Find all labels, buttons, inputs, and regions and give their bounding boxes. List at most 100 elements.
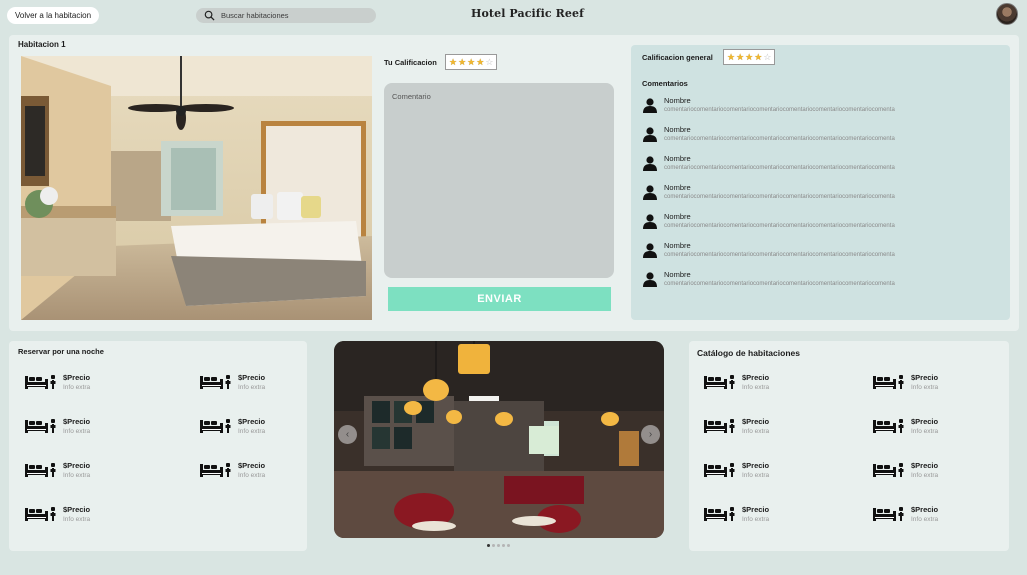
bed-icon (704, 463, 735, 477)
offer-extra-info: Info extra (742, 516, 770, 523)
reserve-panel: Reservar por una noche $Precio Info extra… (9, 341, 307, 551)
hotel-brand-title: Hotel Pacific Reef (471, 7, 584, 20)
bed-icon (25, 507, 56, 521)
offer-price: $Precio (742, 505, 770, 514)
offer-extra-info: Info extra (911, 472, 939, 479)
reviewer-name: Nombre (664, 125, 691, 134)
offer-price: $Precio (238, 373, 266, 382)
star-icon[interactable]: ★ (476, 57, 484, 67)
reviewer-name: Nombre (664, 212, 691, 221)
comments-title: Comentarios (642, 79, 688, 88)
bed-icon (704, 375, 735, 389)
offer-extra-info: Info extra (742, 428, 770, 435)
room-offer-item[interactable]: $Precio Info extra (24, 370, 134, 394)
review-text: comentariocomentariocomentariocomentario… (664, 194, 895, 200)
user-icon (643, 98, 657, 113)
reviewer-name: Nombre (664, 183, 691, 192)
chevron-left-icon: ‹ (345, 429, 350, 440)
review-text: comentariocomentariocomentariocomentario… (664, 165, 895, 171)
review-text: comentariocomentariocomentariocomentario… (664, 252, 895, 258)
reserve-title: Reservar por una noche (18, 347, 104, 356)
catalog-panel: Catálogo de habitaciones $Precio Info ext… (689, 341, 1009, 551)
room-offer-item[interactable]: $Precio Info extra (703, 502, 813, 526)
general-rating-label: Calificacion general (642, 53, 713, 62)
room-photo (21, 56, 372, 320)
search-placeholder: Buscar habitaciones (221, 11, 289, 20)
send-button[interactable]: ENVIAR (388, 287, 611, 311)
user-icon (643, 272, 657, 287)
star-icon[interactable]: ☆ (485, 57, 493, 67)
room-title: Habitacion 1 (18, 40, 66, 49)
offer-extra-info: Info extra (911, 384, 939, 391)
search-input[interactable]: Buscar habitaciones (196, 8, 376, 23)
star-icon[interactable]: ★ (458, 57, 466, 67)
carousel-dots[interactable] (487, 544, 510, 547)
user-icon (643, 185, 657, 200)
reviewer-name: Nombre (664, 241, 691, 250)
carousel-dot[interactable] (497, 544, 500, 547)
offer-price: $Precio (742, 417, 770, 426)
room-offer-item[interactable]: $Precio Info extra (872, 458, 982, 482)
room-offer-item[interactable]: $Precio Info extra (872, 502, 982, 526)
offer-extra-info: Info extra (238, 472, 266, 479)
offer-price: $Precio (911, 461, 939, 470)
review-item: Nombre comentariocomentariocomentariocome… (642, 211, 1002, 235)
review-text: comentariocomentariocomentariocomentario… (664, 281, 895, 287)
your-rating-stars[interactable]: ★ ★ ★ ★ ☆ (445, 54, 498, 70)
room-offer-item[interactable]: $Precio Info extra (199, 458, 309, 482)
user-icon (643, 214, 657, 229)
your-rating-label: Tu Calificacion (384, 58, 437, 67)
user-icon (643, 156, 657, 171)
star-icon: ☆ (763, 51, 772, 62)
reviewer-name: Nombre (664, 96, 691, 105)
offer-extra-info: Info extra (63, 472, 91, 479)
offer-extra-info: Info extra (911, 428, 939, 435)
review-text: comentariocomentariocomentariocomentario… (664, 136, 895, 142)
image-carousel[interactable] (334, 341, 664, 538)
room-offer-item[interactable]: $Precio Info extra (24, 414, 134, 438)
comment-textarea[interactable]: Comentario (384, 83, 614, 278)
user-icon (643, 127, 657, 142)
carousel-prev-button[interactable]: ‹ (338, 425, 357, 444)
offer-price: $Precio (911, 373, 939, 382)
room-offer-item[interactable]: $Precio Info extra (703, 458, 813, 482)
bed-icon (200, 419, 231, 433)
user-avatar[interactable] (996, 3, 1018, 25)
room-offer-item[interactable]: $Precio Info extra (24, 458, 134, 482)
bed-icon (25, 419, 56, 433)
bed-icon (873, 463, 904, 477)
room-offer-item[interactable]: $Precio Info extra (872, 414, 982, 438)
room-offer-item[interactable]: $Precio Info extra (872, 370, 982, 394)
general-rating-stars: ★ ★ ★ ★ ☆ (723, 49, 776, 65)
star-icon[interactable]: ★ (467, 57, 475, 67)
bed-icon (704, 419, 735, 433)
offer-price: $Precio (63, 461, 91, 470)
offer-price: $Precio (911, 505, 939, 514)
room-offer-item[interactable]: $Precio Info extra (703, 414, 813, 438)
catalog-title: Catálogo de habitaciones (697, 348, 800, 358)
bed-icon (704, 507, 735, 521)
carousel-dot[interactable] (507, 544, 510, 547)
user-icon (643, 243, 657, 258)
reviewer-name: Nombre (664, 270, 691, 279)
carousel-dot[interactable] (502, 544, 505, 547)
offer-extra-info: Info extra (911, 516, 939, 523)
review-text: comentariocomentariocomentariocomentario… (664, 223, 895, 229)
review-text: comentariocomentariocomentariocomentario… (664, 107, 895, 113)
offer-price: $Precio (63, 373, 91, 382)
reviewer-name: Nombre (664, 154, 691, 163)
room-offer-item[interactable]: $Precio Info extra (703, 370, 813, 394)
carousel-next-button[interactable]: › (641, 425, 660, 444)
room-offer-item[interactable]: $Precio Info extra (199, 370, 309, 394)
offer-price: $Precio (63, 417, 91, 426)
bed-icon (873, 419, 904, 433)
offer-extra-info: Info extra (238, 428, 266, 435)
back-to-room-button[interactable]: Volver a la habitacion (7, 7, 99, 24)
offer-price: $Precio (238, 417, 266, 426)
carousel-dot[interactable] (492, 544, 495, 547)
carousel-dot[interactable] (487, 544, 490, 547)
offer-price: $Precio (63, 505, 91, 514)
star-icon[interactable]: ★ (449, 57, 457, 67)
room-offer-item[interactable]: $Precio Info extra (199, 414, 309, 438)
room-offer-item[interactable]: $Precio Info extra (24, 502, 134, 526)
